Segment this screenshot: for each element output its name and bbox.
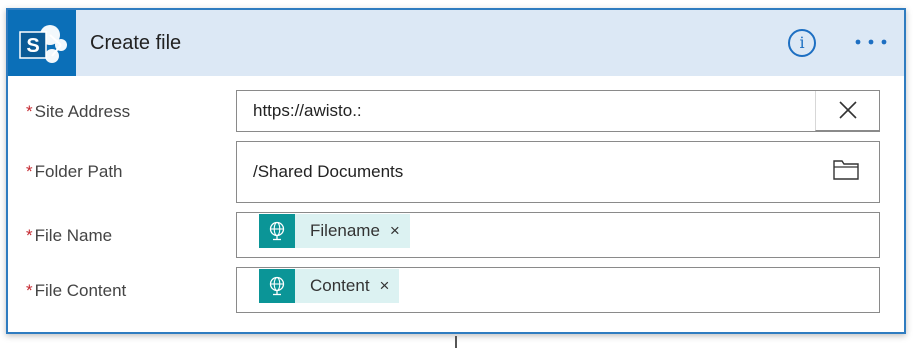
folder-path-value[interactable]: /Shared Documents <box>253 162 403 182</box>
required-marker: * <box>26 162 33 181</box>
site-address-input[interactable]: https://awisto.: <box>236 90 880 132</box>
folder-picker-button[interactable] <box>833 158 859 185</box>
file-name-input[interactable]: Filename × <box>236 212 880 258</box>
site-address-value[interactable]: https://awisto.: <box>253 101 362 121</box>
card-title[interactable]: Create file <box>90 32 181 55</box>
required-marker: * <box>26 102 33 121</box>
remove-token-button[interactable]: × <box>390 221 410 241</box>
file-name-label-text: File Name <box>34 226 113 245</box>
info-button[interactable]: i <box>788 29 816 57</box>
file-content-label: * File Content <box>26 281 126 301</box>
sharepoint-logo-icon: S <box>8 10 76 76</box>
folder-path-label: * Folder Path <box>26 162 123 182</box>
site-address-label-text: Site Address <box>34 102 131 121</box>
token-label: Content <box>310 276 370 295</box>
remove-token-button[interactable]: × <box>380 276 400 296</box>
card-header[interactable]: S Create file i <box>8 10 904 76</box>
globe-icon <box>259 214 295 248</box>
flow-connector-line <box>455 336 457 348</box>
required-marker: * <box>26 226 33 245</box>
svg-text:S: S <box>26 35 39 57</box>
folder-icon <box>833 160 859 180</box>
file-content-label-text: File Content <box>34 281 127 300</box>
more-options-button[interactable] <box>854 34 888 50</box>
ellipsis-icon <box>855 39 887 45</box>
site-address-clear-button[interactable] <box>815 91 879 131</box>
folder-path-input[interactable]: /Shared Documents <box>236 141 880 203</box>
token-label: Filename <box>310 221 380 240</box>
content-token[interactable]: Content × <box>259 269 400 303</box>
create-file-action-card: S Create file i * Site Address https://aw… <box>6 8 906 334</box>
file-name-label: * File Name <box>26 226 112 246</box>
folder-path-label-text: Folder Path <box>34 162 123 181</box>
required-marker: * <box>26 281 33 300</box>
globe-icon <box>259 269 295 303</box>
file-content-input[interactable]: Content × <box>236 267 880 313</box>
filename-token[interactable]: Filename × <box>259 214 410 248</box>
close-icon <box>839 101 857 119</box>
site-address-label: * Site Address <box>26 102 130 122</box>
